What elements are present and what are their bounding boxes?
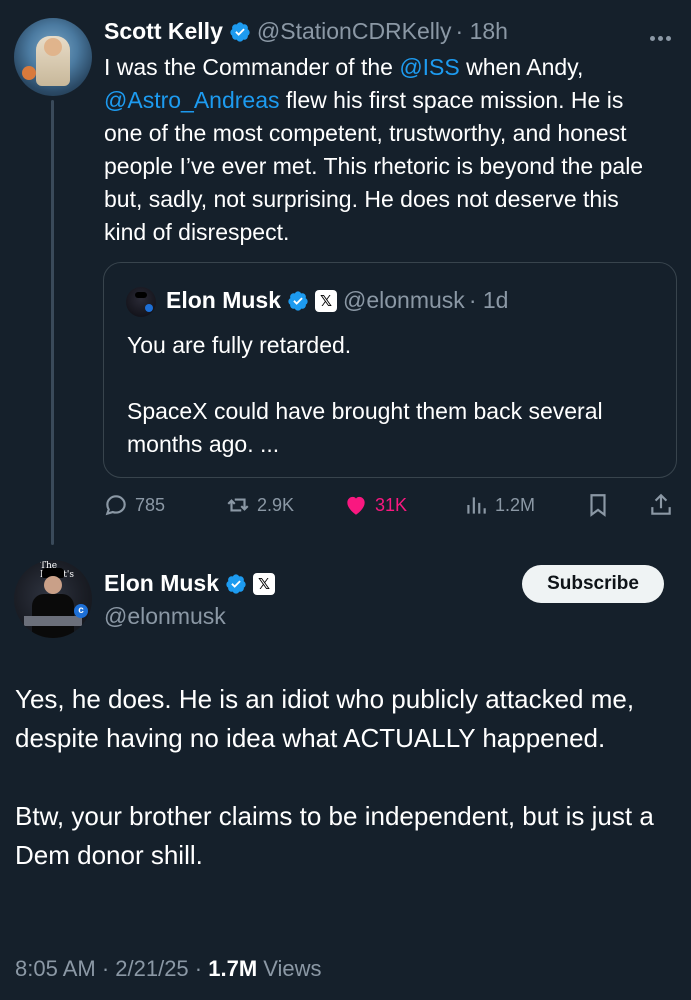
quote-author-handle: @elonmusk bbox=[343, 287, 465, 313]
views-button[interactable]: 1.2M bbox=[463, 492, 535, 518]
reply-author-row: Scott Kelly @StationCDRKelly · 18h bbox=[104, 18, 508, 45]
quote-tweet-text: You are fully retarded. SpaceX could hav… bbox=[127, 332, 603, 457]
repost-icon bbox=[227, 498, 249, 512]
quote-author-row: Elon Musk 𝕏 @elonmusk · 1d bbox=[166, 287, 508, 314]
quote-author-name: Elon Musk bbox=[166, 287, 282, 313]
reply-author-name[interactable]: Scott Kelly bbox=[104, 18, 223, 45]
repost-count: 2.9K bbox=[257, 494, 295, 515]
main-author-row: Elon Musk 𝕏 bbox=[104, 570, 276, 597]
analytics-bars-icon bbox=[467, 497, 486, 514]
reply-action-bar: 785 2.9K 31K 1.2M bbox=[103, 492, 677, 522]
astronaut-face-graphic bbox=[44, 38, 62, 56]
like-button[interactable]: 31K bbox=[343, 492, 407, 518]
tweet-views-label: Views bbox=[257, 956, 322, 981]
quoted-tweet-card[interactable]: Elon Musk 𝕏 @elonmusk · 1d You are fully… bbox=[103, 262, 677, 478]
quote-timestamp: · 1d bbox=[468, 287, 509, 313]
reply-button[interactable]: 785 bbox=[103, 492, 165, 518]
mention-astro-andreas-link[interactable]: @Astro_Andreas bbox=[104, 87, 280, 113]
reply-text-segment: I was the Commander of the bbox=[104, 54, 400, 80]
more-options-icon[interactable] bbox=[650, 28, 676, 41]
bookmark-button[interactable] bbox=[585, 492, 617, 518]
reply-author-handle[interactable]: @StationCDRKelly bbox=[257, 18, 452, 45]
views-count: 1.2M bbox=[495, 494, 536, 515]
x-affiliate-badge-icon: 𝕏 bbox=[253, 572, 276, 595]
bookmark-icon bbox=[590, 494, 606, 517]
main-tweet-paragraph-2: Btw, your brother claims to be independe… bbox=[15, 801, 654, 870]
avatar-elon-musk[interactable]: The Roget's c bbox=[14, 560, 92, 638]
heart-filled-icon bbox=[347, 496, 365, 515]
tweet-timestamp[interactable]: 8:05 AM · 2/21/25 · bbox=[15, 956, 208, 981]
reply-bubble-icon bbox=[105, 495, 126, 516]
main-tweet-text: Yes, he does. He is an idiot who publicl… bbox=[15, 680, 675, 914]
reply-count: 785 bbox=[135, 494, 166, 515]
reply-tweet-text: I was the Commander of the @ISS when And… bbox=[104, 51, 664, 249]
avatar-scott-kelly[interactable] bbox=[14, 18, 92, 96]
avatar-deck-graphic bbox=[24, 616, 82, 626]
quote-avatar-elon bbox=[126, 287, 156, 317]
share-button[interactable] bbox=[648, 492, 680, 518]
thread-connector-line bbox=[51, 100, 54, 545]
subscribe-button[interactable]: Subscribe bbox=[522, 565, 664, 603]
avatar-badge-letter: c bbox=[74, 604, 88, 618]
reply-text-segment: when Andy, bbox=[459, 54, 584, 80]
repost-button[interactable]: 2.9K bbox=[225, 492, 294, 518]
like-count: 31K bbox=[375, 494, 408, 515]
mission-patch-graphic bbox=[22, 66, 36, 80]
main-author-handle[interactable]: @elonmusk bbox=[104, 603, 226, 630]
share-icon bbox=[651, 493, 671, 515]
tweet-meta: 8:05 AM · 2/21/25 · 1.7M Views bbox=[15, 956, 322, 982]
verified-badge-icon bbox=[288, 290, 308, 311]
x-affiliate-badge-icon: 𝕏 bbox=[315, 289, 338, 312]
main-tweet-paragraph-1: Yes, he does. He is an idiot who publicl… bbox=[15, 684, 635, 753]
verified-badge-icon bbox=[226, 573, 246, 594]
tweet-views-count: 1.7M bbox=[208, 956, 258, 981]
verified-badge-icon bbox=[230, 21, 250, 42]
avatar-face-graphic bbox=[44, 576, 62, 594]
reply-timestamp[interactable]: · 18h bbox=[456, 18, 508, 45]
main-author-name[interactable]: Elon Musk bbox=[104, 570, 219, 597]
mention-iss-link[interactable]: @ISS bbox=[399, 54, 459, 80]
